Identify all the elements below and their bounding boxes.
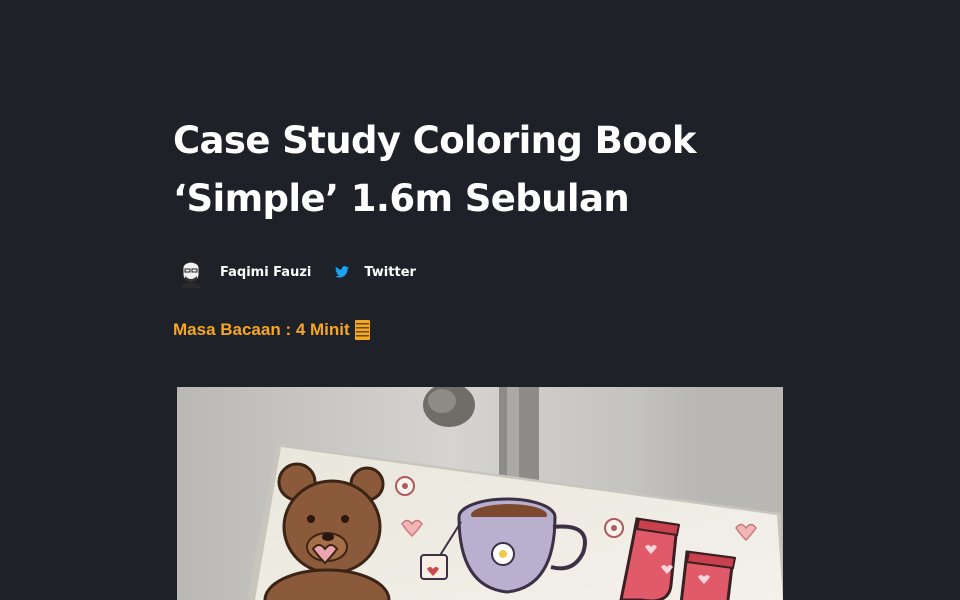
twitter-link[interactable]: Twitter (335, 265, 416, 280)
reading-time-text: Masa Bacaan : 4 Minit (173, 320, 350, 339)
title-line-2: ‘Simple’ 1.6m Sebulan (173, 177, 630, 220)
twitter-icon (335, 266, 350, 278)
author-name[interactable]: Faqimi Fauzi (220, 265, 311, 280)
bear-drawing (263, 462, 391, 600)
reading-time: Masa Bacaan : 4 Minit (173, 320, 793, 340)
coloring-book-photo (177, 387, 783, 600)
book-stack-icon (354, 320, 370, 340)
flower-decor-2 (604, 518, 624, 538)
author-meta: Faqimi Fauzi Twitter (173, 254, 793, 290)
author-avatar[interactable] (175, 256, 207, 288)
article-header: Case Study Coloring Book ‘Simple’ 1.6m S… (173, 112, 793, 340)
hero-image (177, 387, 783, 600)
avatar-illustration-icon (177, 256, 205, 288)
article-title: Case Study Coloring Book ‘Simple’ 1.6m S… (173, 112, 793, 228)
title-line-1: Case Study Coloring Book (173, 119, 696, 162)
flower-decor-1 (395, 476, 415, 496)
twitter-label: Twitter (364, 264, 416, 280)
